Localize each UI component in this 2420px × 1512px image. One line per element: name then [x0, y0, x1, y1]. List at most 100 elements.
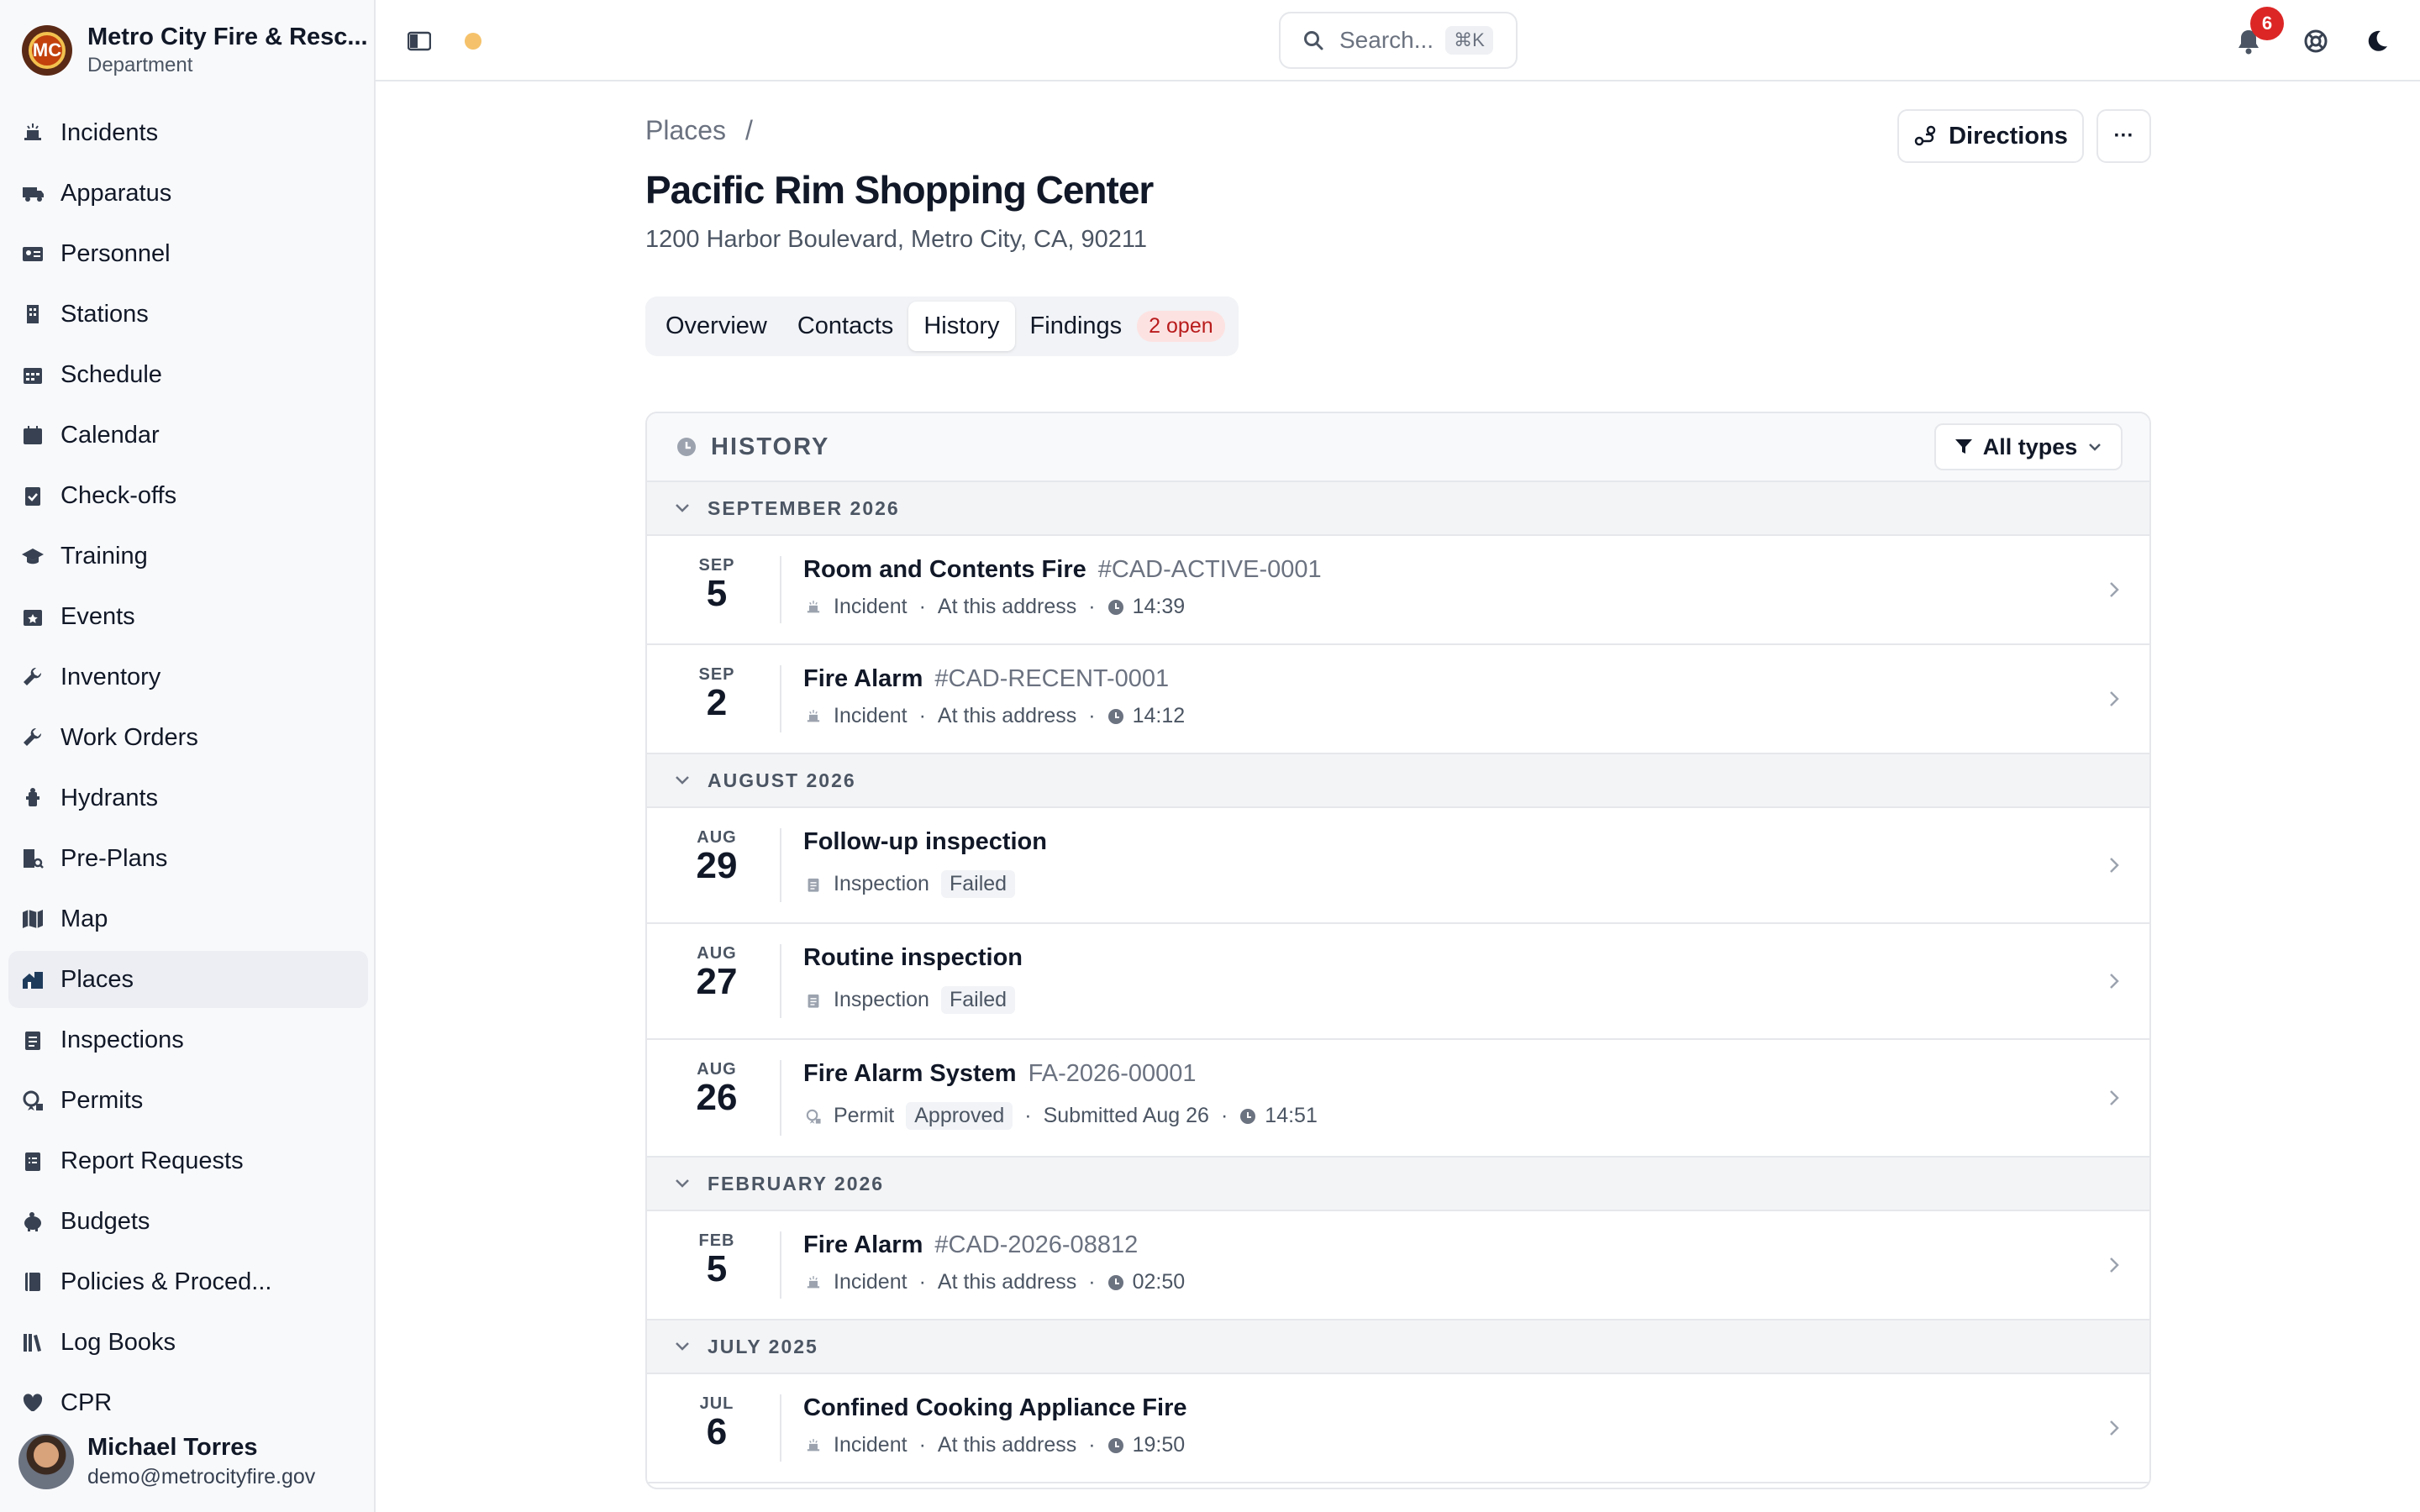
calendar-star-icon	[20, 604, 45, 629]
entry-title-line: Room and Contents Fire #CAD-ACTIVE-0001	[803, 556, 1322, 584]
more-actions-button[interactable]: ···	[2096, 109, 2151, 163]
sidebar-item-permits[interactable]: Permits	[8, 1072, 368, 1129]
sidebar-item-training[interactable]: Training	[8, 528, 368, 585]
history-month-group[interactable]: SEPTEMBER 2026	[647, 482, 2149, 536]
history-entry[interactable]: AUG 29 Follow-up inspection Inspection Faile…	[647, 808, 2149, 924]
entry-status-badge: Failed	[940, 986, 1016, 1014]
clipboard-icon	[808, 878, 819, 892]
entry-meta: Permit Approved · Submitted Aug 26 · 14:51	[803, 1102, 1318, 1130]
history-month-group[interactable]: AUGUST 2026	[647, 754, 2149, 808]
sidebar-item-pre-plans[interactable]: Pre-Plans	[8, 830, 368, 887]
entry-type: Incident	[834, 595, 908, 618]
chevron-down-icon	[676, 1342, 689, 1351]
history-entry[interactable]: JUL 6 Confined Cooking Appliance Fire Incid…	[647, 1374, 2149, 1483]
type-filter-dropdown[interactable]: All types	[1934, 423, 2123, 470]
history-entry[interactable]: SEP 5 Room and Contents Fire #CAD-ACTIVE-00…	[647, 536, 2149, 645]
history-entry[interactable]: FEB 5 Fire Alarm #CAD-2026-08812 Incident · At…	[647, 1211, 2149, 1320]
sidebar-item-places[interactable]: Places	[8, 951, 368, 1008]
history-month-group[interactable]: JULY 2025	[647, 1320, 2149, 1374]
sidebar-item-work-orders[interactable]: Work Orders	[8, 709, 368, 766]
sidebar-item-calendar[interactable]: Calendar	[8, 407, 368, 464]
incident-icon	[807, 600, 820, 612]
history-entry[interactable]: AUG 26 Fire Alarm System FA-2026-00001 Permi…	[647, 1040, 2149, 1158]
building-search-icon	[20, 846, 45, 871]
entry-type: Incident	[834, 1270, 908, 1294]
sidebar-item-inventory[interactable]: Inventory	[8, 648, 368, 706]
sidebar-item-events[interactable]: Events	[8, 588, 368, 645]
clipboard-check-icon	[20, 483, 45, 508]
clipboard-icon	[808, 994, 819, 1008]
history-month-group[interactable]: FEBRUARY 2026	[647, 1158, 2149, 1211]
entry-type: Inspection	[834, 988, 929, 1011]
sidebar-item-report-requests[interactable]: Report Requests	[8, 1132, 368, 1189]
schedule-icon	[20, 362, 45, 387]
entry-type: Permit	[834, 1104, 895, 1127]
sidebar-item-label: Report Requests	[60, 1147, 244, 1174]
search-input[interactable]: Search... ⌘K	[1279, 12, 1518, 69]
sidebar-item-label: Permits	[60, 1086, 144, 1114]
sidebar-item-check-offs[interactable]: Check-offs	[8, 467, 368, 524]
entry-date: AUG 27	[664, 944, 770, 1000]
sidebar-item-stations[interactable]: Stations	[8, 286, 368, 343]
entry-type: Incident	[834, 1433, 908, 1457]
history-entry[interactable]: SEP 2 Fire Alarm #CAD-RECENT-0001 Incident · A…	[647, 645, 2149, 754]
sidebar-toggle-icon[interactable]	[398, 20, 440, 62]
sidebar-item-log-books[interactable]: Log Books	[8, 1314, 368, 1371]
search-placeholder: Search...	[1339, 27, 1434, 53]
user-menu[interactable]: Michael Torres demo@metrocityfire.gov	[0, 1411, 374, 1512]
sidebar-item-incidents[interactable]: Incidents	[8, 104, 368, 161]
sidebar-item-inspections[interactable]: Inspections	[8, 1011, 368, 1068]
entry-day: 29	[696, 845, 738, 886]
help-lifebuoy-icon[interactable]	[2295, 20, 2337, 62]
sidebar-item-hydrants[interactable]: Hydrants	[8, 769, 368, 827]
chevron-down-icon	[676, 504, 689, 512]
dark-mode-moon-icon[interactable]	[2355, 20, 2397, 62]
tab-history[interactable]: History	[908, 302, 1015, 351]
sidebar-item-apparatus[interactable]: Apparatus	[8, 165, 368, 222]
breadcrumb-places-link[interactable]: Places	[645, 115, 726, 145]
entry-date: FEB 5	[664, 1231, 770, 1288]
month-group-label: FEBRUARY 2026	[708, 1172, 885, 1194]
incident-icon	[807, 1438, 820, 1451]
sidebar-item-label: Stations	[60, 300, 149, 328]
truck-icon	[20, 181, 45, 206]
sidebar-item-map[interactable]: Map	[8, 890, 368, 948]
sidebar-item-schedule[interactable]: Schedule	[8, 346, 368, 403]
user-email: demo@metrocityfire.gov	[87, 1465, 316, 1488]
tab-overview[interactable]: Overview	[650, 302, 782, 351]
sidebar-item-budgets[interactable]: Budgets	[8, 1193, 368, 1250]
divider	[780, 556, 781, 623]
sidebar: MC Metro City Fire & Resc... Department …	[0, 0, 376, 1512]
id-card-icon	[20, 241, 45, 266]
chevron-down-icon	[2089, 444, 2102, 451]
chevron-right-icon	[2110, 582, 2119, 597]
sidebar-item-label: Work Orders	[60, 723, 198, 751]
directions-button[interactable]: Directions	[1897, 109, 2084, 163]
entry-title: Confined Cooking Appliance Fire	[803, 1394, 1187, 1421]
sidebar-item-policies-proced[interactable]: Policies & Proced...	[8, 1253, 368, 1310]
divider	[780, 1394, 781, 1462]
org-switcher[interactable]: MC Metro City Fire & Resc... Department	[22, 24, 398, 77]
entry-location: At this address	[937, 595, 1077, 618]
entry-title: Room and Contents Fire	[803, 556, 1086, 583]
sidebar-item-personnel[interactable]: Personnel	[8, 225, 368, 282]
entry-type: Incident	[834, 704, 908, 727]
sidebar-item-label: Calendar	[60, 421, 160, 449]
clock-icon	[1107, 599, 1123, 615]
sidebar-item-label: Hydrants	[60, 784, 159, 811]
divider	[780, 944, 781, 1018]
breadcrumb: Places /	[645, 115, 753, 146]
entry-title-line: Fire Alarm #CAD-2026-08812	[803, 1231, 1138, 1259]
search-icon	[1304, 31, 1323, 50]
sidebar-item-label: Log Books	[60, 1328, 176, 1356]
entry-meta: Inspection Failed	[803, 870, 1016, 898]
chevron-right-icon	[2110, 1257, 2119, 1273]
entry-title: Follow-up inspection	[803, 828, 1047, 855]
history-entry[interactable]: AUG 27 Routine inspection Inspection Failed	[647, 924, 2149, 1040]
sidebar-item-label: Budgets	[60, 1207, 150, 1235]
tab-findings[interactable]: Findings	[1015, 302, 1138, 351]
tab-contacts[interactable]: Contacts	[782, 302, 908, 351]
month-group-label: JULY 2025	[708, 1335, 818, 1357]
entry-time: 14:51	[1265, 1104, 1318, 1127]
entry-status-badge: Failed	[940, 870, 1016, 898]
